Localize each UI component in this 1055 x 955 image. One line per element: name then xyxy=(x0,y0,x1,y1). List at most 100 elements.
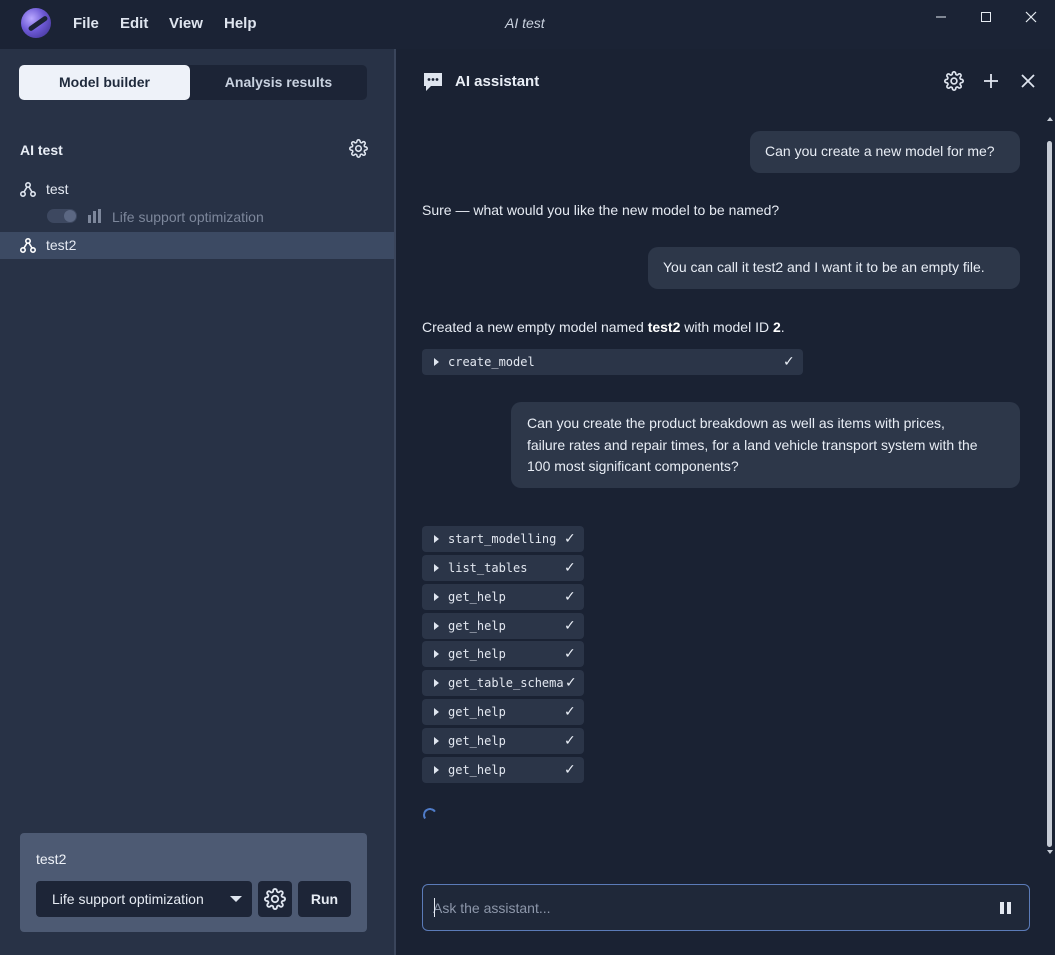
tool-name: list_tables xyxy=(448,561,528,575)
assistant-settings-gear-icon[interactable] xyxy=(944,71,964,91)
gear-icon xyxy=(264,888,286,910)
message-text: You can call it test2 and I want it to b… xyxy=(663,259,985,275)
assistant-panel: AI assistant Can you create a new model … xyxy=(396,49,1055,955)
assistant-input-box[interactable] xyxy=(422,884,1030,931)
message-text: Created a new empty model named xyxy=(422,319,648,335)
message-text: with model ID xyxy=(680,319,773,335)
new-chat-plus-icon[interactable] xyxy=(981,71,1001,91)
check-icon: ✓ xyxy=(564,530,576,546)
run-card-title: test2 xyxy=(36,851,67,867)
caret-right-icon xyxy=(434,593,439,601)
text-cursor xyxy=(434,898,435,917)
close-assistant-icon[interactable] xyxy=(1018,71,1038,91)
scroll-up-arrow-icon[interactable] xyxy=(1047,117,1053,121)
tool-name: create_model xyxy=(448,355,535,369)
loading-spinner-icon xyxy=(421,806,439,824)
tool-call-chip[interactable]: get_help ✓ xyxy=(422,584,584,610)
title-bar: File Edit View Help AI test xyxy=(0,0,1055,49)
assistant-message: Created a new empty model named test2 wi… xyxy=(422,319,785,335)
tree-item-test[interactable]: test xyxy=(0,176,394,203)
menu-view[interactable]: View xyxy=(169,15,203,32)
check-icon: ✓ xyxy=(564,559,576,575)
tool-call-chip[interactable]: get_table_schema ✓ xyxy=(422,670,584,696)
caret-right-icon xyxy=(434,358,439,366)
tool-call-chip[interactable]: create_model ✓ xyxy=(422,349,803,375)
check-icon: ✓ xyxy=(565,674,577,690)
user-message: Can you create the product breakdown as … xyxy=(511,402,1020,488)
run-settings-button[interactable] xyxy=(258,881,292,917)
model-id-bold: 2 xyxy=(772,319,781,335)
menu-edit[interactable]: Edit xyxy=(120,15,148,32)
analysis-dropdown[interactable]: Life support optimization xyxy=(36,881,252,917)
tree-item-label: test2 xyxy=(46,237,77,253)
check-icon: ✓ xyxy=(564,761,576,777)
tree-item-test2[interactable]: test2 xyxy=(0,232,394,259)
tool-name: get_table_schema xyxy=(448,676,564,690)
tool-call-chip[interactable]: get_help ✓ xyxy=(422,728,584,754)
project-title: AI test xyxy=(20,142,63,158)
check-icon: ✓ xyxy=(564,732,576,748)
analysis-toggle[interactable] xyxy=(47,209,77,223)
scrollbar-thumb[interactable] xyxy=(1047,141,1052,847)
tool-name: get_help xyxy=(448,763,506,777)
tool-name: get_help xyxy=(448,705,506,719)
run-button[interactable]: Run xyxy=(298,881,351,917)
message-text: Sure — what would you like the new model… xyxy=(422,202,780,218)
tool-name: get_help xyxy=(448,590,506,604)
assistant-message: Sure — what would you like the new model… xyxy=(422,202,779,218)
run-card: test2 Life support optimization Run xyxy=(20,833,367,932)
analysis-dropdown-value: Life support optimization xyxy=(52,891,204,907)
chat-icon xyxy=(424,73,442,91)
tool-name: get_help xyxy=(448,647,506,661)
tool-call-chip[interactable]: get_help ✓ xyxy=(422,641,584,667)
tab-model-builder[interactable]: Model builder xyxy=(19,65,190,100)
tree-item-analysis-label[interactable]: Life support optimization xyxy=(112,209,264,225)
tool-call-chip[interactable]: list_tables ✓ xyxy=(422,555,584,581)
tool-call-chip[interactable]: get_help ✓ xyxy=(422,613,584,639)
left-panel: Model builder Analysis results AI test t… xyxy=(0,49,394,955)
menu-help[interactable]: Help xyxy=(224,15,257,32)
app-logo xyxy=(21,8,51,38)
user-message: Can you create a new model for me? xyxy=(750,131,1020,173)
model-node-icon xyxy=(20,182,36,197)
user-message: You can call it test2 and I want it to b… xyxy=(648,247,1020,289)
menu-file[interactable]: File xyxy=(73,15,99,32)
assistant-title: AI assistant xyxy=(455,73,540,90)
caret-right-icon xyxy=(434,679,439,687)
tool-name: start_modelling xyxy=(448,532,557,546)
check-icon: ✓ xyxy=(564,617,576,633)
check-icon: ✓ xyxy=(564,588,576,604)
caret-down-icon xyxy=(230,896,242,902)
tab-analysis-results[interactable]: Analysis results xyxy=(190,65,367,100)
caret-right-icon xyxy=(434,708,439,716)
window-title: AI test xyxy=(505,15,545,31)
project-settings-gear-icon[interactable] xyxy=(349,139,368,163)
panel-tabs: Model builder Analysis results xyxy=(19,65,367,100)
message-text-line: 100 most significant components? xyxy=(527,458,739,474)
tool-name: get_help xyxy=(448,734,506,748)
caret-right-icon xyxy=(434,564,439,572)
message-text: Can you create a new model for me? xyxy=(765,143,995,159)
assistant-input[interactable] xyxy=(433,895,973,920)
tool-call-chip[interactable]: get_help ✓ xyxy=(422,757,584,783)
model-node-icon xyxy=(20,238,36,253)
pause-icon[interactable] xyxy=(998,899,1014,917)
close-icon[interactable] xyxy=(1016,6,1046,28)
minimize-icon[interactable] xyxy=(926,6,956,28)
message-text: . xyxy=(780,319,785,335)
caret-right-icon xyxy=(434,650,439,658)
caret-right-icon xyxy=(434,622,439,630)
maximize-icon[interactable] xyxy=(971,6,1001,28)
tool-call-chip[interactable]: get_help ✓ xyxy=(422,699,584,725)
check-icon: ✓ xyxy=(564,645,576,661)
message-text-line: failure rates and repair times, for a la… xyxy=(527,436,978,453)
tool-call-chip[interactable]: start_modelling ✓ xyxy=(422,526,584,552)
scroll-down-arrow-icon[interactable] xyxy=(1047,850,1053,854)
message-text-line: Can you create the product breakdown as … xyxy=(527,415,945,431)
tool-name: get_help xyxy=(448,619,506,633)
check-icon: ✓ xyxy=(564,703,576,719)
tree-item-label: test xyxy=(46,181,69,197)
caret-right-icon xyxy=(434,737,439,745)
caret-right-icon xyxy=(434,535,439,543)
bar-chart-icon xyxy=(88,209,101,223)
